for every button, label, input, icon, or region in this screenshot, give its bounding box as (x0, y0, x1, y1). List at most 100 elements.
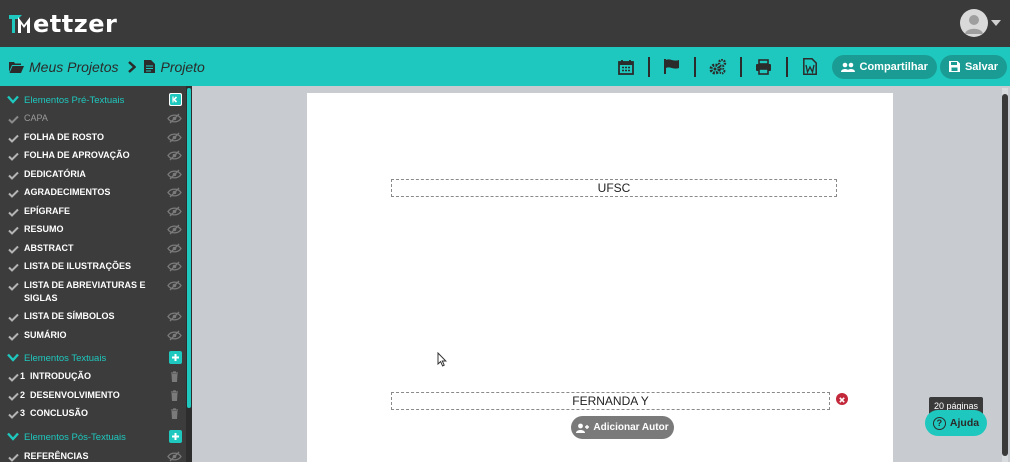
sidebar-item-label: REFERÊNCIAS (24, 451, 89, 461)
check-icon (8, 410, 19, 419)
share-button-label: Compartilhar (859, 60, 928, 73)
toolbar-actions: Compartilhar Salvar (604, 47, 1010, 86)
eye-slash-icon[interactable] (167, 169, 182, 180)
check-icon (8, 392, 19, 401)
logo[interactable]: ettzer (8, 9, 117, 39)
add-chapter-button[interactable] (169, 351, 182, 364)
chapter-number: 3 (20, 408, 26, 418)
sidebar-scrollbar-thumb[interactable] (187, 88, 191, 408)
settings-button[interactable] (696, 47, 740, 86)
chevron-right-icon (128, 60, 137, 73)
section-pre-textual[interactable]: Elementos Pré-Textuais (0, 91, 186, 109)
question-icon: ? (932, 416, 946, 430)
word-export-icon (802, 58, 817, 75)
trash-icon[interactable] (167, 390, 182, 401)
breadcrumb-projects-label[interactable]: Meus Projetos (29, 59, 118, 75)
eye-slash-icon[interactable] (167, 451, 182, 462)
user-menu[interactable] (960, 9, 1002, 37)
sidebar-item-label: SUMÁRIO (24, 330, 67, 340)
collapse-sidebar-button[interactable] (169, 93, 182, 106)
check-icon (8, 208, 19, 217)
add-author-label: Adicionar Autor (593, 422, 669, 433)
breadcrumb-current: Projeto (144, 58, 205, 75)
close-icon (839, 397, 845, 403)
check-icon (8, 189, 19, 198)
check-icon (8, 226, 19, 235)
sidebar-item-label: LISTA DE SÍMBOLOS (24, 311, 115, 321)
eye-slash-icon[interactable] (167, 311, 182, 322)
remove-author-button[interactable] (836, 393, 848, 405)
trash-icon[interactable] (167, 408, 182, 419)
section-textual[interactable]: Elementos Textuais (0, 349, 186, 367)
document-scrollbar[interactable] (1002, 88, 1008, 462)
help-button[interactable]: ? Ajuda (925, 410, 987, 436)
users-icon (840, 62, 855, 72)
section-title: Elementos Pós-Textuais (24, 431, 126, 443)
sidebar-item-label: 3 CONCLUSÃO (20, 407, 160, 420)
chapter-title: CONCLUSÃO (30, 408, 89, 418)
chevron-down-icon[interactable] (7, 432, 19, 441)
collapse-icon (170, 94, 181, 105)
add-author-button[interactable]: Adicionar Autor (571, 416, 674, 439)
top-bar: ettzer (0, 0, 1010, 47)
eye-slash-icon[interactable] (167, 206, 182, 217)
mouse-cursor-icon (437, 352, 447, 367)
sidebar: Elementos Pré-Textuais CAPA FOLHA DE ROS… (0, 86, 192, 462)
avatar[interactable] (960, 9, 988, 37)
check-icon (8, 263, 19, 272)
section-post-textual[interactable]: Elementos Pós-Textuais (0, 428, 186, 446)
toolbar: Meus Projetos Projeto Compartilhar Salva… (0, 47, 1010, 86)
author-field[interactable]: FERNANDA Y (391, 392, 830, 410)
institution-field[interactable]: UFSC (391, 179, 837, 197)
check-icon (8, 152, 19, 161)
save-button[interactable]: Salvar (939, 54, 1007, 79)
sidebar-item-label: 2 DESENVOLVIMENTO (20, 389, 160, 402)
eye-slash-icon[interactable] (167, 243, 182, 254)
plus-icon (172, 433, 179, 440)
eye-slash-icon[interactable] (167, 224, 182, 235)
chevron-down-icon[interactable] (7, 353, 19, 362)
chapter-number: 1 (20, 371, 26, 381)
sidebar-item-label: FOLHA DE APROVAÇÃO (24, 150, 130, 160)
save-icon (948, 61, 960, 72)
section-title: Elementos Textuais (24, 352, 107, 364)
chevron-down-icon[interactable] (990, 19, 1002, 27)
breadcrumb-projects[interactable]: Meus Projetos (9, 59, 118, 75)
chevron-down-icon[interactable] (7, 95, 19, 104)
user-plus-icon (576, 423, 590, 433)
check-icon (8, 282, 19, 291)
document-page: UFSC FERNANDA Y Adicionar Autor (307, 93, 893, 462)
flag-button[interactable] (650, 47, 694, 86)
add-post-element-button[interactable] (169, 430, 182, 443)
check-icon (8, 453, 19, 462)
chapter-title: INTRODUÇÃO (30, 371, 92, 381)
chapter-number: 2 (20, 390, 26, 400)
check-icon (8, 313, 19, 322)
help-label: Ajuda (949, 417, 980, 429)
settings-gears-icon (709, 58, 727, 74)
trash-icon[interactable] (167, 371, 182, 382)
document-area: UFSC FERNANDA Y Adicionar Autor (192, 86, 1010, 462)
logo-mark-icon (8, 11, 34, 37)
check-icon (8, 171, 19, 180)
eye-slash-icon[interactable] (167, 280, 182, 291)
share-button[interactable]: Compartilhar (831, 54, 937, 79)
print-button[interactable] (742, 47, 786, 86)
check-icon (8, 134, 19, 143)
calendar-button[interactable] (604, 47, 648, 86)
sidebar-item-label: LISTA DE ABREVIATURAS E SIGLAS (24, 280, 146, 303)
eye-slash-icon[interactable] (167, 330, 182, 341)
document-scrollbar-thumb[interactable] (1002, 94, 1008, 456)
breadcrumb-current-label: Projeto (160, 58, 205, 75)
section-title: Elementos Pré-Textuais (24, 94, 125, 106)
check-icon (8, 332, 19, 341)
eye-slash-icon[interactable] (167, 261, 182, 272)
sidebar-item-label: 1 INTRODUÇÃO (20, 370, 160, 383)
check-icon (8, 373, 19, 382)
eye-slash-icon[interactable] (167, 113, 182, 124)
export-word-button[interactable] (788, 47, 832, 86)
eye-slash-icon[interactable] (167, 132, 182, 143)
sidebar-item-label: AGRADECIMENTOS (24, 187, 111, 197)
eye-slash-icon[interactable] (167, 150, 182, 161)
eye-slash-icon[interactable] (167, 187, 182, 198)
